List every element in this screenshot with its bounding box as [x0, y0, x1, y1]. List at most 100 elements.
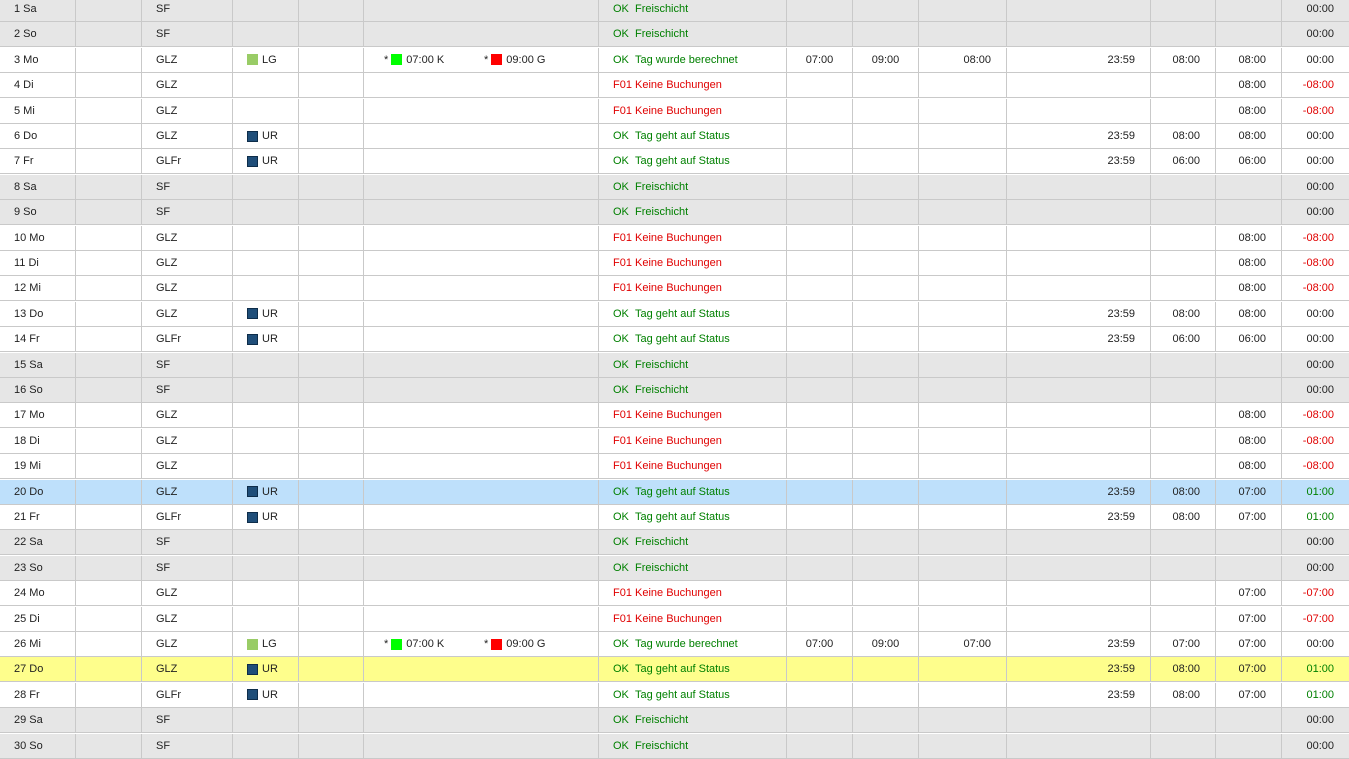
table-row[interactable]: 8 Sa SF OK Freischicht 00:00	[0, 174, 1349, 200]
actual-time-cell	[919, 708, 1007, 733]
last-out-cell	[853, 149, 919, 174]
table-row[interactable]: 29 Sa SF OK Freischicht 00:00	[0, 708, 1349, 734]
planned-time-cell	[1151, 733, 1216, 758]
table-row[interactable]: 21 Fr GLFr UR OK Tag geht auf Status 23:59 08:…	[0, 505, 1349, 530]
table-row[interactable]: 24 Mo GLZ F01 Keine Buchungen 07:00 -07:00	[0, 581, 1349, 607]
table-row[interactable]: 3 Mo GLZ LG * 07:00 K * 09:00 G OK Tag wurde ber…	[0, 47, 1349, 73]
status-cell: F01 Keine Buchungen	[599, 73, 787, 98]
balance-cell: 00:00	[1306, 3, 1334, 15]
planned-time-cell: 06:00	[1151, 327, 1216, 352]
table-row[interactable]: 4 Di GLZ F01 Keine Buchungen 08:00 -08:00	[0, 73, 1349, 99]
booking-out[interactable]: * 09:00 G	[484, 48, 545, 72]
first-in-cell	[787, 581, 853, 606]
status-code: OK	[613, 384, 629, 396]
absence-cell	[233, 276, 299, 301]
status-code: OK	[613, 485, 629, 498]
empty-cell	[299, 378, 364, 402]
day-cell: 11 Di	[0, 251, 76, 275]
balance-cell: 00:00	[1306, 739, 1334, 752]
table-row[interactable]: 18 Di GLZ F01 Keine Buchungen 08:00 -08:00	[0, 428, 1349, 454]
bookings-cell	[364, 378, 599, 402]
table-row[interactable]: 19 Mi GLZ F01 Keine Buchungen 08:00 -08:00	[0, 454, 1349, 480]
table-row[interactable]: 26 Mi GLZ LG * 07:00 K * 09:00 G OK Tag wurde be…	[0, 632, 1349, 657]
planned-time-cell: 08:00	[1151, 479, 1216, 504]
balance-cell: 01:00	[1306, 511, 1334, 523]
core-time-cell	[1007, 200, 1151, 225]
time-model-cell: SF	[142, 530, 233, 555]
actual-time-cell	[919, 352, 1007, 377]
target-time-cell	[1216, 378, 1282, 402]
actual-time-cell: 07:00	[919, 632, 1007, 656]
table-row[interactable]: 15 Sa SF OK Freischicht 00:00	[0, 352, 1349, 378]
table-row[interactable]: 16 So SF OK Freischicht 00:00	[0, 378, 1349, 403]
time-model-cell: GLZ	[142, 225, 233, 250]
table-row[interactable]: 20 Do GLZ UR OK Tag geht auf Status 23:59 08:0…	[0, 479, 1349, 505]
booking-star: *	[384, 53, 389, 66]
status-code: OK	[613, 206, 629, 219]
core-time-cell: 23:59	[1007, 327, 1151, 352]
core-time-cell	[1007, 22, 1151, 47]
target-time-cell: 07:00	[1216, 632, 1282, 656]
table-row[interactable]: 11 Di GLZ F01 Keine Buchungen 08:00 -08:00	[0, 251, 1349, 276]
status-code: OK	[613, 358, 629, 371]
last-out-cell	[853, 581, 919, 606]
table-row[interactable]: 10 Mo GLZ F01 Keine Buchungen 08:00 -08:00	[0, 225, 1349, 251]
status-cell: F01 Keine Buchungen	[599, 428, 787, 453]
booking-out-color-icon	[491, 638, 503, 650]
table-row[interactable]: 30 So SF OK Freischicht 00:00	[0, 733, 1349, 759]
actual-time-cell	[919, 0, 1007, 21]
table-row[interactable]: 22 Sa SF OK Freischicht 00:00	[0, 530, 1349, 556]
last-out-cell	[853, 403, 919, 428]
time-model-cell: SF	[142, 708, 233, 733]
day-cell: 23 So	[0, 555, 76, 580]
table-row[interactable]: 5 Mi GLZ F01 Keine Buchungen 08:00 -08:00	[0, 98, 1349, 124]
time-model-cell: GLZ	[142, 251, 233, 275]
empty-cell	[76, 22, 142, 47]
table-row[interactable]: 2 So SF OK Freischicht 00:00	[0, 22, 1349, 48]
booking-in[interactable]: * 07:00 K	[384, 632, 444, 656]
planned-time-cell	[1151, 454, 1216, 479]
last-out-cell	[853, 555, 919, 580]
absence-cell	[233, 225, 299, 250]
core-time-cell	[1007, 174, 1151, 199]
day-cell: 18 Di	[0, 428, 76, 453]
table-row[interactable]: 17 Mo GLZ F01 Keine Buchungen 08:00 -08:00	[0, 403, 1349, 429]
core-time-cell	[1007, 555, 1151, 580]
table-row[interactable]: 27 Do GLZ UR OK Tag geht auf Status 23:59 08:0…	[0, 657, 1349, 683]
first-in-cell	[787, 149, 853, 174]
status-text: Freischicht	[635, 206, 689, 219]
target-time-cell: 07:00	[1216, 657, 1282, 682]
table-row[interactable]: 13 Do GLZ UR OK Tag geht auf Status 23:59 08:0…	[0, 301, 1349, 327]
bookings-cell: * 07:00 K * 09:00 G	[364, 47, 599, 72]
actual-time-cell	[919, 327, 1007, 352]
first-in-cell	[787, 98, 853, 123]
status-text: Tag geht auf Status	[635, 130, 730, 142]
absence-cell	[233, 581, 299, 606]
last-out-cell	[853, 73, 919, 98]
table-row[interactable]: 14 Fr GLFr UR OK Tag geht auf Status 23:59 06:…	[0, 327, 1349, 353]
table-row[interactable]: 12 Mi GLZ F01 Keine Buchungen 08:00 -08:00	[0, 276, 1349, 302]
last-out-cell	[853, 200, 919, 225]
absence-color-swatch	[247, 54, 258, 66]
core-time-cell	[1007, 98, 1151, 123]
absence-code: UR	[262, 307, 278, 320]
absence-code: UR	[262, 130, 278, 142]
balance-cell: 01:00	[1306, 663, 1334, 676]
table-row[interactable]: 28 Fr GLFr UR OK Tag geht auf Status 23:59 08:…	[0, 682, 1349, 708]
booking-time: 07:00 K	[406, 53, 445, 66]
core-time-cell: 23:59	[1007, 301, 1151, 326]
table-row[interactable]: 6 Do GLZ UR OK Tag geht auf Status 23:59 08:00…	[0, 124, 1349, 149]
table-row[interactable]: 23 So SF OK Freischicht 00:00	[0, 555, 1349, 581]
table-row[interactable]: 1 Sa SF OK Freischicht 00:00	[0, 0, 1349, 22]
core-time-cell: 23:59	[1007, 47, 1151, 72]
table-row[interactable]: 7 Fr GLFr UR OK Tag geht auf Status 23:59 06:0…	[0, 149, 1349, 175]
core-time-cell: 23:59	[1007, 505, 1151, 529]
booking-in[interactable]: * 07:00 K	[384, 48, 444, 72]
table-row[interactable]: 9 So SF OK Freischicht 00:00	[0, 200, 1349, 226]
status-code: OK	[613, 511, 629, 523]
booking-out[interactable]: * 09:00 G	[484, 632, 545, 656]
empty-cell	[76, 301, 142, 326]
last-out-cell	[853, 733, 919, 758]
time-model-cell: GLZ	[142, 47, 233, 72]
table-row[interactable]: 25 Di GLZ F01 Keine Buchungen 07:00 -07:00	[0, 606, 1349, 632]
